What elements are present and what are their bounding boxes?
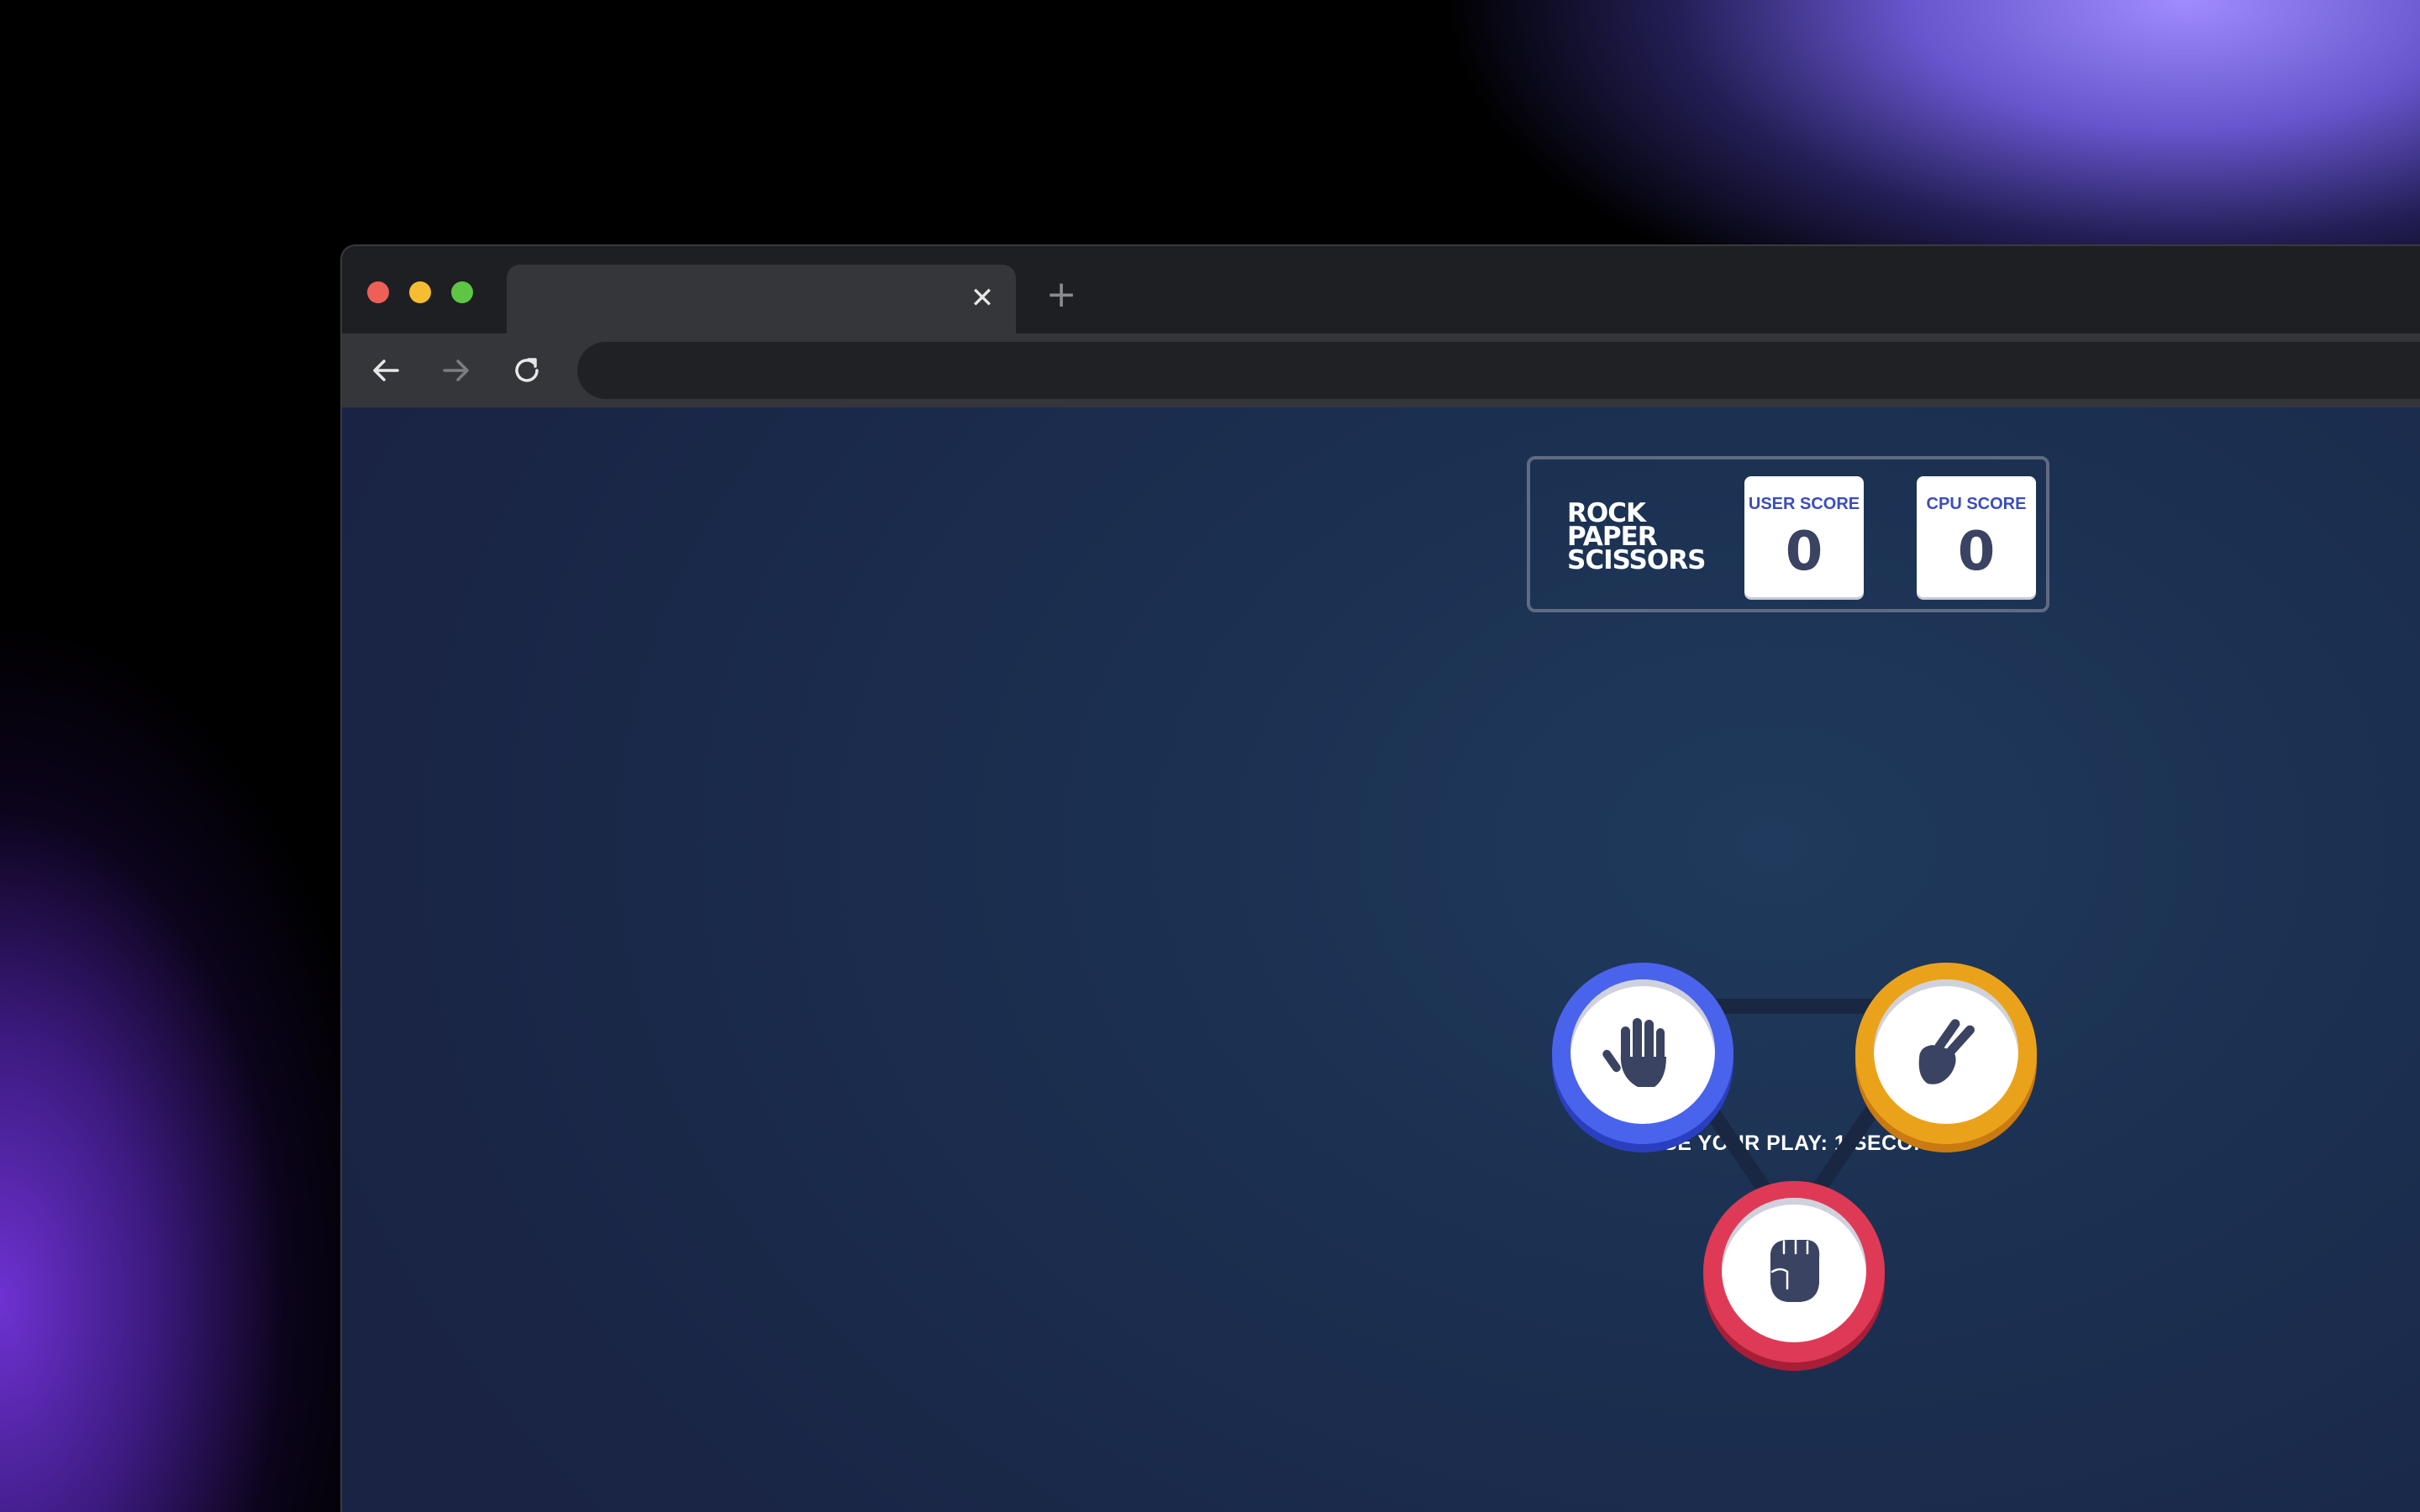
maximize-window-button[interactable]: [451, 281, 473, 303]
scissors-choice-button[interactable]: [1855, 963, 2037, 1144]
user-score-card: USER SCORE 0: [1744, 476, 1864, 597]
page-content: ROCK PAPER SCISSORS USER SCORE 0 CPU SCO…: [342, 407, 2420, 1512]
user-score-label: USER SCORE: [1748, 495, 1860, 513]
browser-window: ✕ + ROCK PAPER SCISSORS USER SCORE 0 CPU…: [340, 244, 2420, 1512]
back-button[interactable]: [367, 352, 404, 389]
reload-icon: [515, 358, 539, 382]
browser-tab[interactable]: ✕: [507, 265, 1016, 333]
rock-choice-face: [1722, 1198, 1866, 1342]
reload-button[interactable]: [508, 352, 545, 389]
score-header: ROCK PAPER SCISSORS USER SCORE 0 CPU SCO…: [1527, 456, 2049, 612]
paper-hand-icon: [1602, 1018, 1666, 1087]
new-tab-button[interactable]: +: [1043, 276, 1080, 313]
close-window-button[interactable]: [367, 281, 389, 303]
cpu-score-card: CPU SCORE 0: [1917, 476, 2036, 597]
forward-button[interactable]: [438, 352, 475, 389]
arrow-right-icon: [443, 360, 469, 381]
browser-toolbar: [342, 333, 2420, 407]
cpu-score-label: CPU SCORE: [1926, 495, 2027, 513]
rock-fist-icon: [1770, 1239, 1820, 1302]
minimize-window-button[interactable]: [409, 281, 431, 303]
arrow-left-icon: [373, 360, 399, 381]
user-score-value: 0: [1785, 521, 1823, 583]
scissors-choice-face: [1874, 979, 2018, 1124]
rock-choice-button[interactable]: [1703, 1181, 1885, 1362]
cpu-score-value: 0: [1957, 521, 1996, 583]
paper-choice-button[interactable]: [1552, 963, 1733, 1144]
address-bar[interactable]: [577, 342, 2420, 399]
tab-bar: ✕ +: [342, 246, 2420, 333]
scissors-hand-icon: [1918, 1019, 1975, 1084]
paper-choice-face: [1570, 979, 1715, 1124]
title-line-scissors: SCISSORS: [1567, 545, 1706, 575]
game-title: ROCK PAPER SCISSORS: [1567, 501, 1710, 575]
tab-close-icon[interactable]: ✕: [967, 283, 997, 313]
